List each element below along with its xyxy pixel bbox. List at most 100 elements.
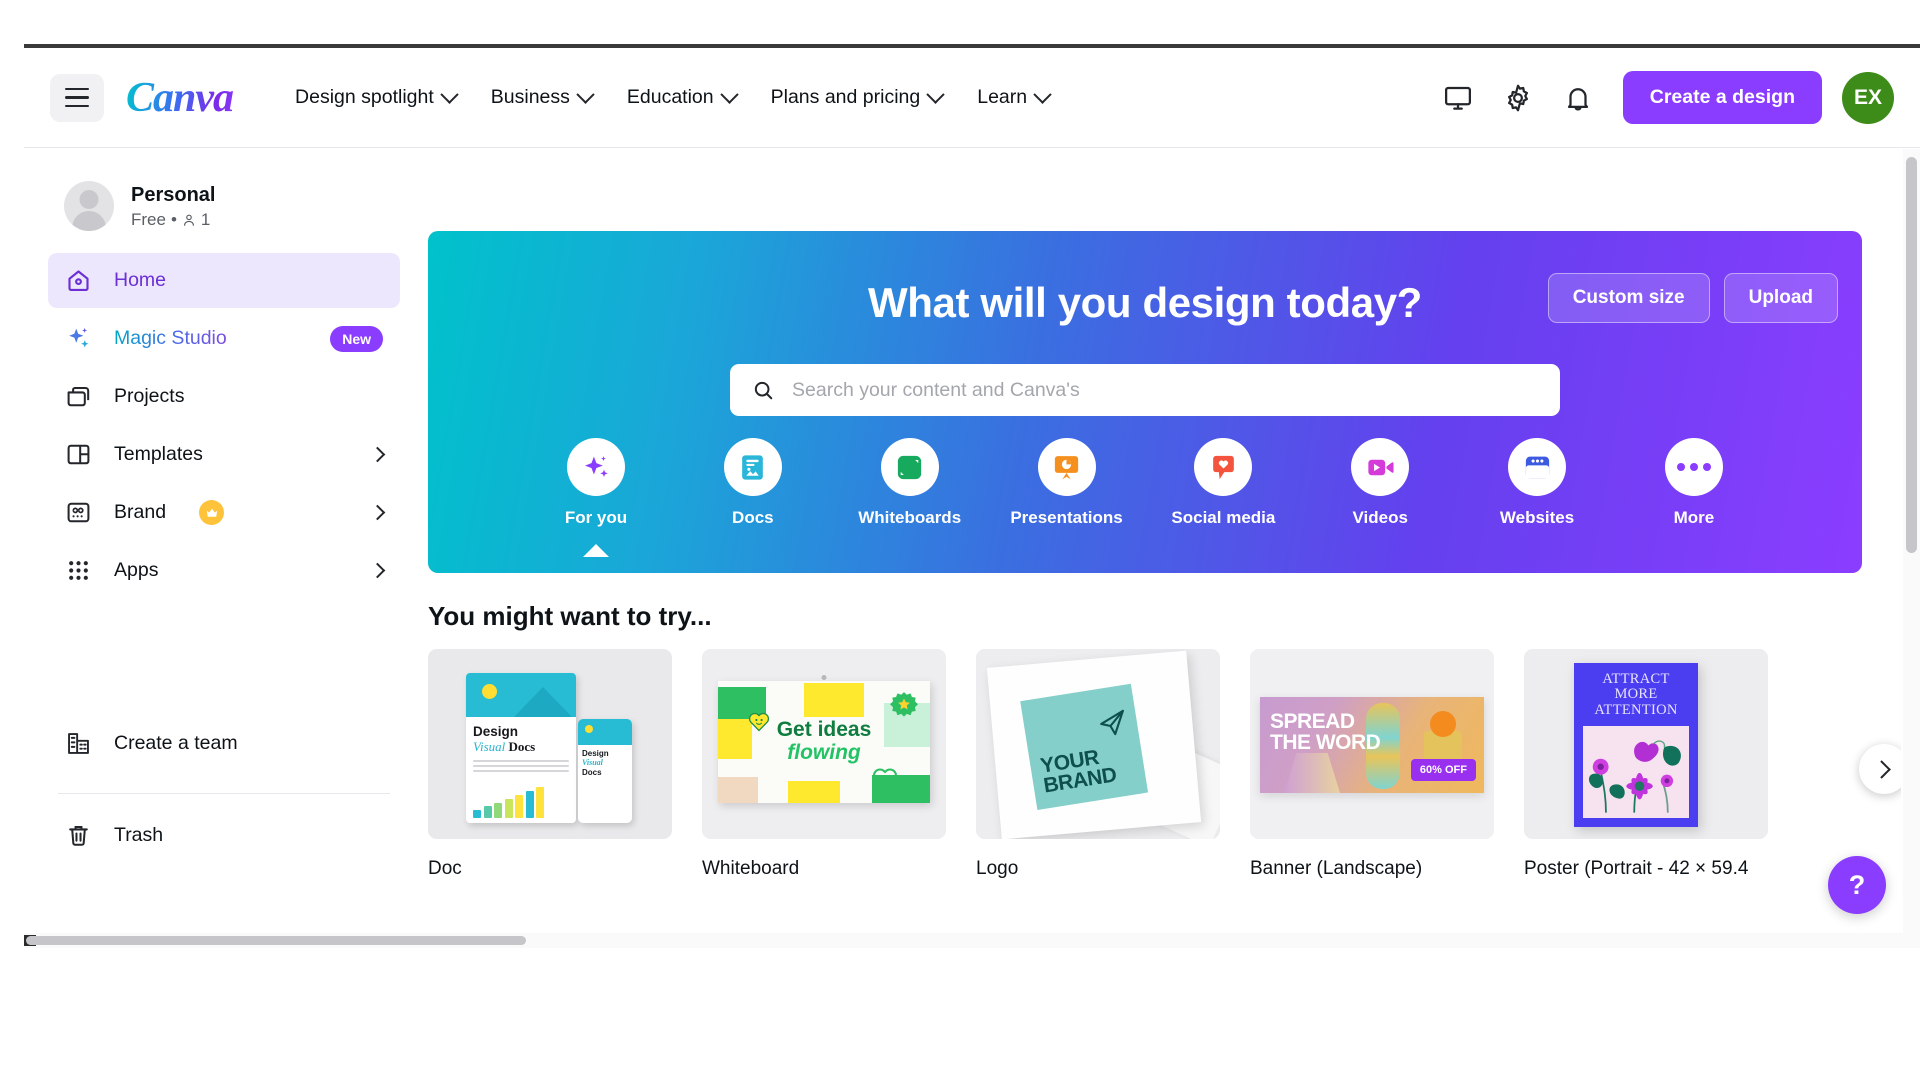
doc-bar-chart	[473, 784, 544, 818]
color-block	[804, 683, 864, 717]
bar	[473, 810, 481, 818]
flowers-illustration	[1588, 740, 1681, 813]
sidebar-item-label: Trash	[114, 824, 164, 846]
line	[473, 765, 569, 767]
header-nav: Design spotlight Business Education Plan…	[281, 76, 1063, 119]
hamburger-icon[interactable]	[50, 73, 104, 122]
suggestion-card-poster[interactable]: ATTRACT MORE ATTENTION Poster (Portrait …	[1524, 649, 1768, 880]
suggestion-card-doc[interactable]: Design Visual Docs Design Visual Docs Do…	[428, 649, 672, 880]
search-input[interactable]	[792, 378, 1538, 402]
category-videos[interactable]: Videos	[1322, 438, 1438, 528]
crown-icon	[199, 500, 225, 525]
nav-design-spotlight[interactable]: Design spotlight	[281, 76, 470, 119]
help-button[interactable]: ?	[1828, 856, 1886, 914]
category-icon-wrap	[1351, 438, 1410, 496]
suggestion-card-whiteboard[interactable]: Get ideas flowing Whiteboard	[702, 649, 946, 880]
sidebar-item-magic-studio[interactable]: Magic Studio New	[48, 311, 400, 366]
user-avatar[interactable]: EX	[1842, 71, 1894, 124]
mountain-shape	[514, 687, 572, 717]
card-label: Doc	[428, 858, 462, 879]
create-a-design-button[interactable]: Create a design	[1622, 71, 1822, 124]
nav-label: Plans and pricing	[770, 86, 921, 108]
horizontal-scrollbar-thumb[interactable]	[26, 936, 526, 945]
design-banner: What will you design today? Custom size …	[428, 231, 1862, 573]
phone-title: Design Visual Docs	[582, 749, 632, 777]
nav-label: Learn	[977, 86, 1028, 108]
scribble-heart-icon	[873, 768, 897, 791]
scrollbar-thumb[interactable]	[1906, 157, 1917, 553]
suggestion-card-banner[interactable]: SPREAD THE WORD 60% OFF Banner (Landscap…	[1250, 649, 1494, 880]
sidebar-item-label: Home	[114, 269, 167, 291]
sparkle-icon	[584, 455, 608, 477]
category-social-media[interactable]: Social media	[1165, 438, 1281, 528]
photo-block	[718, 777, 758, 803]
poster-text-line-3: ATTENTION	[1594, 701, 1678, 718]
sidebar-item-projects[interactable]: Projects	[48, 369, 400, 424]
sidebar-item-create-a-team[interactable]: Create a team	[48, 716, 400, 771]
sidebar-item-home[interactable]: Home	[48, 253, 400, 308]
dot	[1689, 463, 1698, 471]
upload-button[interactable]: Upload	[1723, 273, 1838, 323]
category-label: Websites	[1499, 508, 1575, 527]
whiteboard-text-1: Get ideas	[776, 718, 872, 741]
category-whiteboards[interactable]: Whiteboards	[852, 438, 968, 528]
sidebar-item-apps[interactable]: Apps	[48, 543, 400, 598]
carousel-next-button[interactable]	[1859, 744, 1901, 794]
poster-sheet: ATTRACT MORE ATTENTION	[1574, 663, 1698, 827]
account-name: Personal	[131, 184, 216, 206]
sun-shape	[482, 684, 497, 699]
card-label: Logo	[976, 858, 1019, 879]
chevron-down-icon	[1033, 85, 1052, 104]
line	[473, 770, 569, 772]
category-icon-wrap	[1664, 438, 1723, 496]
nav-label: Education	[626, 86, 714, 108]
sidebar-item-templates[interactable]: Templates	[48, 427, 400, 482]
sidebar-item-label: Create a team	[114, 732, 238, 754]
nav-label: Design spotlight	[295, 86, 434, 108]
canva-app-window: Canva Design spotlight Business Educatio…	[24, 44, 1920, 948]
trash-icon	[65, 822, 92, 849]
sidebar-item-label: Projects	[114, 385, 185, 407]
chevron-right-icon	[1871, 759, 1891, 779]
doc-title-bold: Docs	[508, 739, 536, 754]
doc-phone-preview: Design Visual Docs	[578, 719, 632, 823]
category-presentations[interactable]: Presentations	[1009, 438, 1125, 528]
nav-business[interactable]: Business	[477, 76, 606, 119]
apps-grid-icon	[65, 557, 92, 584]
logo-text: YOUR BRAND	[1039, 746, 1118, 798]
custom-size-button[interactable]: Custom size	[1547, 273, 1710, 323]
sidebar-item-trash[interactable]: Trash	[48, 808, 400, 863]
category-for-you[interactable]: For you	[538, 438, 654, 528]
category-label: Social media	[1171, 508, 1276, 527]
doc-hero-image	[466, 673, 576, 717]
horizontal-scrollbar[interactable]	[24, 933, 1920, 948]
category-icon-wrap	[880, 438, 939, 496]
canva-logo[interactable]: Canva	[126, 74, 237, 122]
chevron-right-icon	[369, 446, 386, 463]
sparkle-icon	[65, 325, 92, 352]
category-more[interactable]: More	[1636, 438, 1752, 528]
nav-plans-and-pricing[interactable]: Plans and pricing	[757, 76, 957, 119]
logo-square: YOUR BRAND	[1020, 683, 1149, 810]
nav-education[interactable]: Education	[613, 76, 750, 119]
category-docs[interactable]: Docs	[695, 438, 811, 528]
poster-text-line-1: ATTRACT	[1602, 671, 1670, 687]
account-switcher[interactable]: Personal Free • 1	[48, 175, 400, 253]
sidebar-bottom-section: Create a team Trash	[48, 716, 400, 863]
category-row: For you Docs Whiteboards Presentations S…	[538, 438, 1752, 528]
sidebar-item-brand[interactable]: Brand	[48, 485, 400, 540]
vertical-scrollbar[interactable]	[1903, 149, 1920, 948]
category-icon-wrap	[567, 438, 625, 496]
banner-image: SPREAD THE WORD 60% OFF	[1260, 697, 1484, 793]
monitor-icon[interactable]	[1443, 83, 1473, 113]
nav-learn[interactable]: Learn	[963, 76, 1063, 119]
suggestion-card-logo[interactable]: YOUR BRAND Logo	[976, 649, 1220, 880]
bell-icon[interactable]	[1563, 83, 1593, 113]
gear-icon[interactable]	[1503, 83, 1533, 113]
folder-icon	[65, 383, 92, 410]
category-websites[interactable]: Websites	[1479, 438, 1595, 528]
card-label: Banner (Landscape)	[1250, 858, 1423, 879]
category-label: Whiteboards	[858, 508, 962, 527]
sidebar-item-label: Magic Studio	[114, 327, 227, 349]
search-bar[interactable]	[730, 364, 1560, 416]
